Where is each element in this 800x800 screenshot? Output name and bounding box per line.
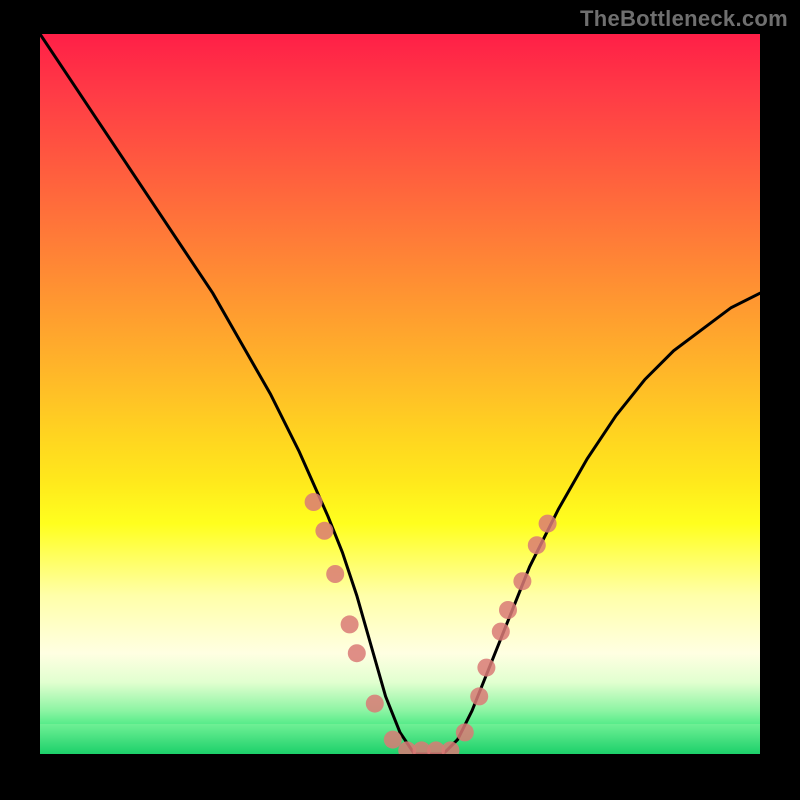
data-marker [305, 493, 323, 511]
data-marker [539, 515, 557, 533]
data-marker [492, 623, 510, 641]
plot-area [40, 34, 760, 754]
data-marker [326, 565, 344, 583]
chart-container: TheBottleneck.com [0, 0, 800, 800]
data-marker [441, 741, 459, 754]
data-marker [470, 687, 488, 705]
data-marker [384, 731, 402, 749]
data-marker [477, 659, 495, 677]
bottleneck-curve-svg [40, 34, 760, 754]
curve-group [40, 34, 760, 754]
data-marker [341, 615, 359, 633]
data-marker [499, 601, 517, 619]
data-marker [528, 536, 546, 554]
marker-group [305, 493, 557, 754]
data-marker [348, 644, 366, 662]
data-marker [456, 723, 474, 741]
bottleneck-curve [40, 34, 760, 754]
watermark-text: TheBottleneck.com [580, 6, 788, 32]
data-marker [513, 572, 531, 590]
data-marker [366, 695, 384, 713]
data-marker [315, 522, 333, 540]
